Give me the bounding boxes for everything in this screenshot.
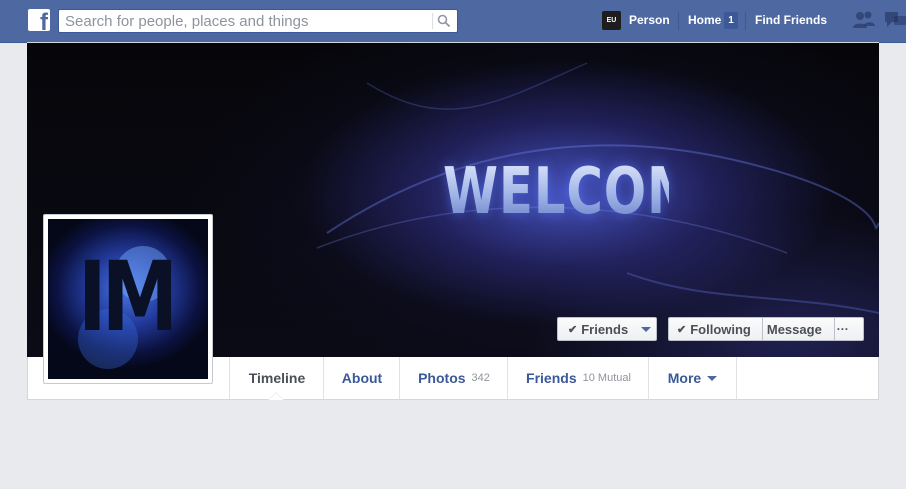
search-input[interactable]: [59, 10, 443, 32]
search-divider: [432, 13, 433, 29]
mutual-friends-count: 10 Mutual: [582, 372, 631, 384]
tab-photos[interactable]: Photos 342: [399, 357, 508, 399]
facebook-logo-letter: f: [40, 9, 48, 32]
tab-label: Photos: [418, 370, 466, 386]
active-tab-indicator-fill: [269, 393, 283, 400]
friends-button[interactable]: ✔ Friends: [557, 317, 657, 341]
messages-icon[interactable]: [884, 10, 906, 30]
home-notification-badge: 1: [724, 12, 738, 29]
facebook-logo[interactable]: f: [28, 9, 50, 31]
friends-button-label: Friends: [581, 321, 629, 337]
more-options-button[interactable]: ···: [837, 322, 849, 336]
tab-about[interactable]: About: [323, 357, 400, 399]
check-icon: ✔: [677, 323, 687, 336]
tab-friends[interactable]: Friends 10 Mutual: [507, 357, 649, 399]
find-friends-link[interactable]: Find Friends: [755, 13, 827, 27]
chevron-down-icon: [641, 326, 652, 332]
nav-divider: [678, 12, 679, 30]
search-box: [58, 9, 458, 33]
photos-count: 342: [471, 372, 490, 384]
check-icon: ✔: [568, 323, 578, 336]
tab-label: Timeline: [248, 370, 306, 386]
nav-divider: [745, 12, 746, 30]
profile-picture[interactable]: IM: [48, 219, 208, 379]
profile-picture-initials: IM: [78, 241, 178, 353]
tab-label: Friends: [526, 370, 577, 386]
home-link[interactable]: Home: [688, 13, 721, 27]
user-avatar[interactable]: EU: [602, 11, 621, 30]
cover-welcome-text: WELCOME: [443, 155, 733, 229]
tab-label: About: [341, 370, 383, 386]
button-divider: [834, 317, 835, 341]
chevron-down-icon: [707, 375, 718, 381]
top-navigation-bar: f EU Person Home 1 Find Friends: [0, 0, 906, 43]
message-button[interactable]: Message: [767, 322, 822, 337]
profile-link[interactable]: Person: [629, 13, 670, 27]
button-divider: [762, 317, 763, 341]
following-button[interactable]: Following: [690, 322, 751, 337]
tab-more[interactable]: More: [648, 357, 737, 399]
friend-requests-icon[interactable]: [852, 10, 876, 30]
search-icon[interactable]: [437, 14, 451, 28]
tab-label: More: [667, 370, 702, 386]
